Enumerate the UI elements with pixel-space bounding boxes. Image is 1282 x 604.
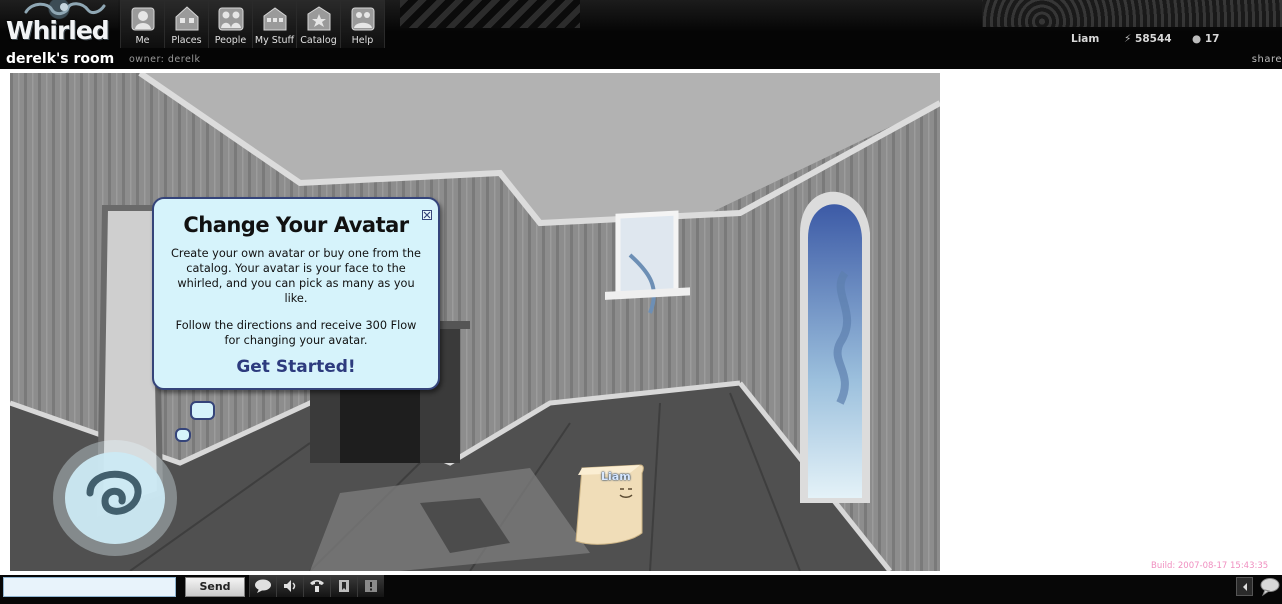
- person-icon: [131, 7, 154, 31]
- info-icon: [365, 580, 377, 592]
- volume-icon: [284, 580, 296, 592]
- gold-balance: ● 17: [1192, 33, 1219, 45]
- header-stripes-decoration: [400, 0, 580, 28]
- nav-help-button[interactable]: Help: [340, 0, 384, 48]
- nav-label: People: [214, 35, 247, 46]
- chat-bubble-icon: [255, 579, 271, 593]
- nav-my-stuff-button[interactable]: My Stuff: [252, 0, 296, 48]
- catalog-icon: [307, 6, 330, 31]
- flow-icon: ⚡: [1124, 33, 1132, 45]
- collapse-button[interactable]: [1236, 577, 1253, 596]
- dialog-title: Change Your Avatar: [183, 213, 409, 237]
- build-info: Build: 2007-08-17 15:43:35: [1151, 561, 1269, 571]
- nav-label: Places: [171, 35, 202, 46]
- gold-value: 17: [1204, 33, 1220, 45]
- room-tools: [249, 575, 384, 597]
- chat-icon[interactable]: [1258, 577, 1280, 597]
- help-icon: [351, 7, 374, 31]
- nav-label: My Stuff: [254, 35, 295, 46]
- phone-button[interactable]: [303, 575, 330, 597]
- people-icon: [218, 7, 243, 31]
- share-link[interactable]: share: [1252, 54, 1282, 65]
- get-started-link[interactable]: Get Started!: [154, 357, 438, 377]
- chevron-left-icon: [1242, 582, 1247, 591]
- chat-options-button[interactable]: [249, 575, 276, 597]
- bookmark-icon: [339, 580, 349, 592]
- chat-input[interactable]: [3, 577, 176, 597]
- nav-me-button[interactable]: Me: [120, 0, 164, 48]
- stuff-icon: [263, 7, 286, 31]
- whirled-logo[interactable]: Whirled: [6, 16, 110, 45]
- header-paisley-decoration: [982, 0, 1282, 27]
- dialog-body: Create your own avatar or buy one from t…: [171, 247, 421, 305]
- thought-bubble-small: [175, 428, 191, 442]
- close-icon[interactable]: [422, 210, 432, 220]
- dialog-reward-text: Follow the directions and receive 300 Fl…: [175, 319, 417, 347]
- avatar-name-label[interactable]: Liam: [601, 470, 631, 483]
- coin-icon: ●: [1192, 33, 1202, 45]
- send-button[interactable]: Send: [185, 577, 245, 597]
- nav-people-button[interactable]: People: [208, 0, 252, 48]
- flow-balance: ⚡ 58544: [1124, 33, 1172, 45]
- flow-value: 58544: [1135, 33, 1172, 45]
- house-icon: [175, 6, 198, 31]
- main-nav: Me Places People My Stuff Catalog Help: [120, 0, 385, 48]
- phone-icon: [310, 580, 324, 592]
- room-owner[interactable]: owner: derelk: [129, 54, 200, 65]
- info-button[interactable]: [357, 575, 384, 597]
- volume-button[interactable]: [276, 575, 303, 597]
- nav-catalog-button[interactable]: Catalog: [296, 0, 340, 48]
- top-header: Whirled Me Places People My Stuff Catalo…: [0, 0, 1282, 69]
- nav-label: Me: [135, 35, 150, 46]
- nav-places-button[interactable]: Places: [164, 0, 208, 48]
- change-avatar-dialog: Change Your Avatar Create your own avata…: [152, 197, 440, 390]
- user-name[interactable]: Liam: [1071, 33, 1099, 45]
- nav-label: Catalog: [300, 35, 337, 46]
- room-name: derelk's room: [6, 51, 115, 67]
- thought-bubble-large: [190, 401, 215, 420]
- room-illustration: [10, 73, 940, 571]
- room-scene[interactable]: Liam Change Your Avatar Create your own …: [10, 73, 940, 571]
- nav-label: Help: [351, 35, 374, 46]
- bookmark-button[interactable]: [330, 575, 357, 597]
